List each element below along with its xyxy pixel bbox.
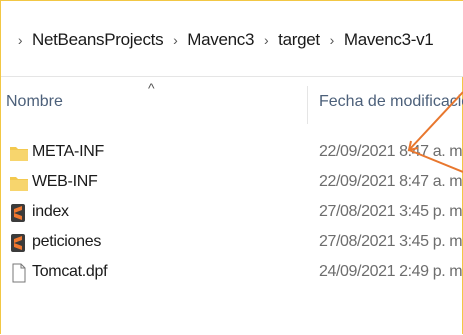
file-list: META-INF 22/09/2021 8:47 a. m. WEB-INF 2…	[0, 140, 463, 290]
file-name: META-INF	[32, 143, 104, 160]
list-item[interactable]: WEB-INF 22/09/2021 8:47 a. m.	[0, 170, 463, 200]
breadcrumb: › NetBeansProjects › Mavenc3 › target › …	[11, 27, 436, 53]
column-header-date[interactable]: Fecha de modificación	[319, 93, 463, 111]
chevron-right-icon[interactable]: ›	[323, 32, 341, 48]
list-item[interactable]: peticiones 27/08/2021 3:45 p. m.	[0, 230, 463, 260]
file-date: 27/08/2021 3:45 p. m.	[319, 203, 463, 220]
folder-icon	[9, 143, 29, 163]
chevron-right-icon[interactable]: ›	[166, 32, 184, 48]
file-name: peticiones	[32, 233, 102, 250]
breadcrumb-item-mavenc3[interactable]: Mavenc3	[184, 30, 257, 50]
chevron-right-icon[interactable]: ›	[257, 32, 275, 48]
column-header-name[interactable]: Nombre	[6, 93, 63, 111]
column-divider[interactable]	[307, 86, 308, 124]
sublime-text-file-icon	[9, 203, 29, 223]
file-name: WEB-INF	[32, 173, 98, 190]
chevron-right-icon[interactable]: ›	[11, 32, 29, 48]
sublime-text-file-icon	[9, 233, 29, 253]
file-name: index	[32, 203, 69, 220]
sort-ascending-icon: ^	[148, 80, 155, 96]
breadcrumb-item-target[interactable]: target	[275, 30, 323, 50]
file-date: 22/09/2021 8:47 a. m.	[319, 143, 463, 160]
folder-icon	[9, 173, 29, 193]
generic-file-icon	[9, 263, 29, 283]
list-item[interactable]: Tomcat.dpf 24/09/2021 2:49 p. m.	[0, 260, 463, 290]
breadcrumb-item-mavenc3-v1[interactable]: Mavenc3-v1	[341, 30, 437, 50]
file-date: 22/09/2021 8:47 a. m.	[319, 173, 463, 190]
column-header: ^ Nombre Fecha de modificación	[0, 76, 463, 128]
address-bar[interactable]: › NetBeansProjects › Mavenc3 › target › …	[1, 1, 463, 77]
file-date: 27/08/2021 3:45 p. m.	[319, 233, 463, 250]
list-item[interactable]: index 27/08/2021 3:45 p. m.	[0, 200, 463, 230]
file-name: Tomcat.dpf	[32, 263, 108, 280]
file-date: 24/09/2021 2:49 p. m.	[319, 263, 463, 280]
list-item[interactable]: META-INF 22/09/2021 8:47 a. m.	[0, 140, 463, 170]
breadcrumb-item-netbeansprojects[interactable]: NetBeansProjects	[29, 30, 166, 50]
